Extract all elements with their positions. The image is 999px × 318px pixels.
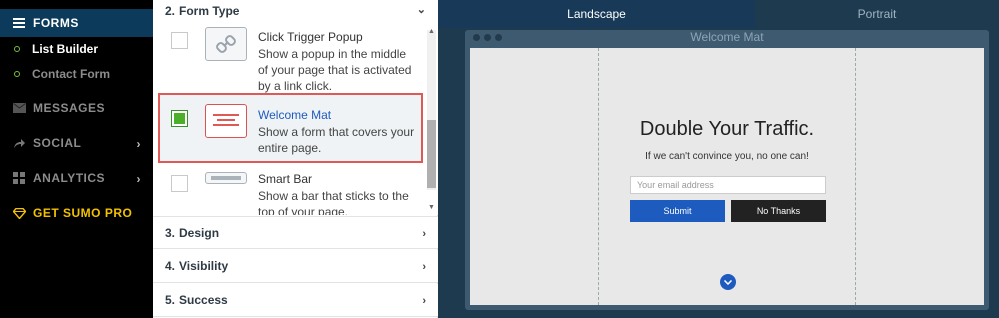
sidebar-item-contact-form[interactable]: Contact Form (0, 63, 153, 85)
tab-landscape[interactable]: Landscape (438, 0, 755, 28)
smart-bar-icon (205, 172, 247, 184)
chevron-right-icon: › (422, 228, 426, 240)
option-description: Show a form that covers your entire page… (258, 125, 415, 155)
section-label: Form Type (179, 4, 240, 18)
scrollbar-thumb[interactable] (427, 120, 436, 188)
nav-forms[interactable]: FORMS (0, 9, 153, 37)
nav-social-label: SOCIAL (33, 136, 82, 150)
chevron-right-icon: › (422, 261, 426, 273)
section-label: Success (179, 293, 228, 307)
link-icon (205, 27, 247, 61)
form-type-list: Click Trigger Popup Show a popup in the … (153, 22, 438, 215)
welcome-mat-subheading: If we can't convince you, no one can! (645, 151, 809, 162)
section-number: 4. (165, 259, 176, 273)
analytics-grid-icon (12, 172, 26, 184)
option-title: Smart Bar (258, 172, 313, 186)
section-number: 2. (165, 4, 176, 18)
sidebar-item-list-builder[interactable]: List Builder (0, 38, 153, 60)
scroll-down-circle-icon[interactable] (720, 274, 736, 290)
guide-line (855, 48, 856, 305)
section-form-type-header[interactable]: 2. Form Type ⌄ (153, 0, 438, 22)
nav-messages-label: MESSAGES (33, 101, 106, 115)
nav-analytics[interactable]: ANALYTICS › (0, 164, 153, 192)
settings-panel: Click Trigger Popup Show a popup in the … (153, 0, 438, 318)
preview-tabs: Landscape Portrait (438, 0, 999, 28)
bullet-icon (14, 71, 20, 77)
section-number: 3. (165, 225, 176, 240)
forms-icon (12, 17, 26, 29)
email-field[interactable]: Your email address (630, 176, 826, 194)
sidebar-item-label: List Builder (32, 42, 99, 56)
browser-frame: Welcome Mat Double Your Traffic. If we c… (465, 30, 989, 310)
chevron-right-icon: › (136, 137, 141, 151)
no-thanks-button[interactable]: No Thanks (731, 200, 826, 222)
sidebar: FORMS List Builder Contact Form MESSAGES… (0, 0, 153, 318)
app-root: FORMS List Builder Contact Form MESSAGES… (0, 0, 999, 318)
nav-get-sumo-pro[interactable]: GET SUMO PRO (0, 199, 153, 227)
section-number: 5. (165, 293, 176, 307)
chevron-right-icon: › (136, 172, 141, 186)
browser-title: Welcome Mat (690, 30, 764, 44)
option-checkbox[interactable] (171, 175, 188, 192)
option-title: Click Trigger Popup (258, 30, 363, 44)
option-title: Welcome Mat (258, 108, 332, 122)
scroll-down-icon[interactable]: ▼ (428, 204, 435, 211)
nav-social[interactable]: SOCIAL › (0, 129, 153, 157)
chevron-right-icon: › (422, 295, 426, 307)
guide-line (598, 48, 599, 305)
option-checkbox-checked[interactable] (171, 110, 188, 127)
preview-area: Landscape Portrait Welcome Mat Double Yo… (438, 0, 999, 318)
section-visibility-header[interactable]: 4. Visibility › (153, 250, 438, 283)
preview-canvas: Double Your Traffic. If we can't convinc… (470, 48, 984, 305)
tab-portrait[interactable]: Portrait (755, 0, 999, 28)
welcome-mat-icon (205, 104, 247, 138)
submit-button[interactable]: Submit (630, 200, 725, 222)
bullet-icon (14, 46, 20, 52)
scroll-up-icon[interactable]: ▲ (428, 28, 435, 35)
browser-bar: Welcome Mat (465, 30, 989, 48)
option-description: Show a bar that sticks to the top of you… (258, 189, 409, 215)
section-label: Design (179, 225, 220, 240)
diamond-icon (12, 207, 26, 219)
section-success-header[interactable]: 5. Success › (153, 284, 438, 317)
nav-messages[interactable]: MESSAGES (0, 94, 153, 122)
welcome-mat-heading: Double Your Traffic. (639, 118, 815, 140)
option-checkbox[interactable] (171, 32, 188, 49)
nav-analytics-label: ANALYTICS (33, 171, 106, 185)
share-arrow-icon (12, 137, 26, 149)
envelope-icon (12, 102, 26, 114)
chevron-down-icon: ⌄ (416, 4, 426, 16)
option-description: Show a popup in the middle of your page … (258, 47, 412, 93)
sidebar-item-label: Contact Form (32, 67, 110, 81)
section-design-header[interactable]: 3. Design › (153, 216, 438, 249)
nav-sumo-label: GET SUMO PRO (33, 206, 133, 220)
nav-forms-label: FORMS (33, 16, 79, 30)
section-label: Visibility (179, 259, 229, 273)
